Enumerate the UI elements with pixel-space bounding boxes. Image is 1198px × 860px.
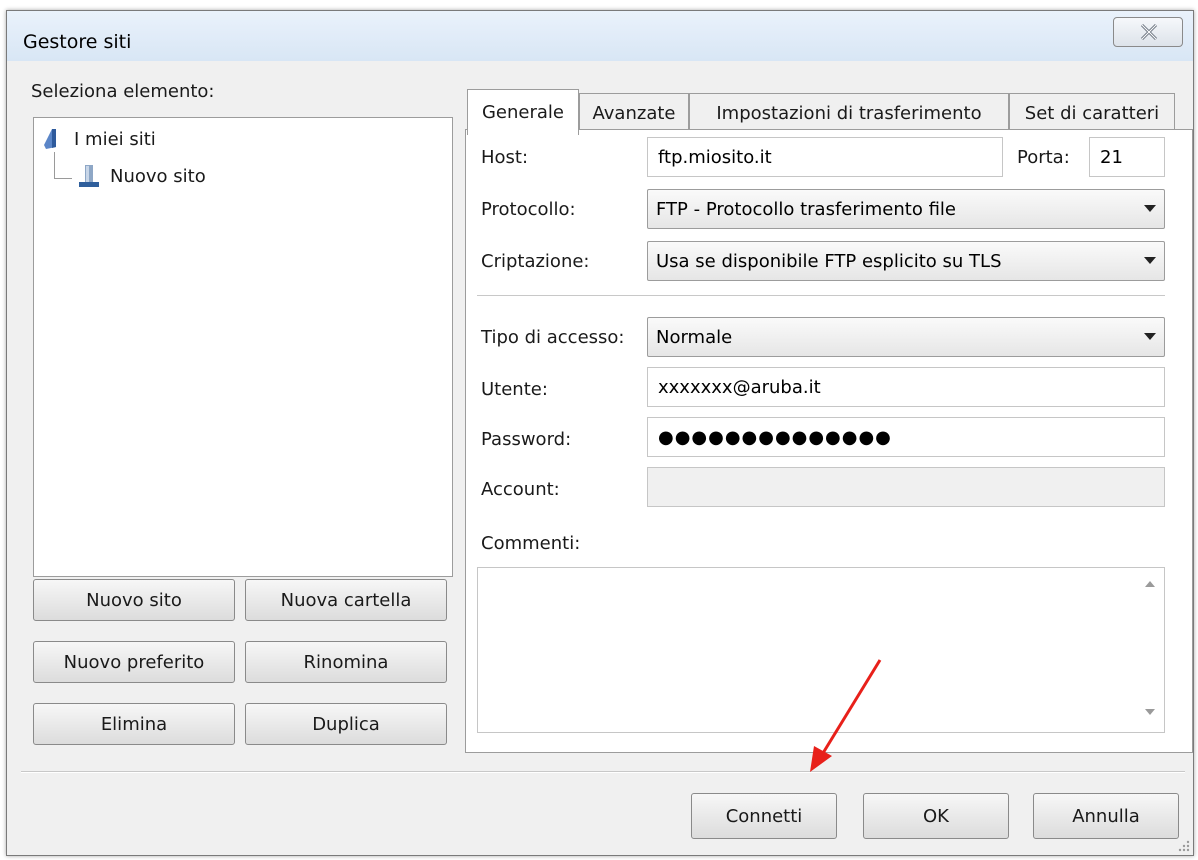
tab-transfer-settings[interactable]: Impostazioni di trasferimento [689, 93, 1009, 133]
separator [477, 295, 1165, 297]
dropdown-arrow-icon [1144, 257, 1156, 264]
protocol-select[interactable]: FTP - Protocollo trasferimento file [647, 189, 1165, 229]
logon-type-value: Normale [656, 326, 733, 348]
scroll-up-arrow-icon[interactable] [1145, 581, 1155, 587]
encryption-label: Criptazione: [481, 251, 590, 272]
comments-textarea[interactable] [477, 567, 1165, 733]
host-input[interactable]: ftp.miosito.it [647, 137, 1003, 177]
password-label: Password: [481, 429, 572, 450]
site-manager-window: Gestore siti Seleziona elemento: I miei … [6, 10, 1194, 856]
encryption-value: Usa se disponibile FTP esplicito su TLS [656, 250, 1002, 272]
resize-grip-icon[interactable] [1177, 839, 1191, 853]
password-input[interactable]: ●●●●●●●●●●●●●● [647, 417, 1165, 457]
host-value: ftp.miosito.it [658, 146, 772, 168]
password-value: ●●●●●●●●●●●●●● [658, 426, 892, 448]
folder-icon [44, 129, 56, 149]
site-tree[interactable]: I miei siti Nuovo sito [33, 117, 453, 577]
tab-charset[interactable]: Set di caratteri [1009, 93, 1175, 133]
cancel-button[interactable]: Annulla [1033, 793, 1179, 839]
logon-type-label: Tipo di accesso: [481, 327, 625, 348]
encryption-select[interactable]: Usa se disponibile FTP esplicito su TLS [647, 241, 1165, 281]
tree-item-label: I miei siti [74, 128, 156, 150]
title-bar: Gestore siti [7, 11, 1193, 61]
tree-item-new-site[interactable]: Nuovo sito [76, 162, 206, 190]
new-folder-button[interactable]: Nuova cartella [245, 579, 447, 621]
user-input[interactable]: xxxxxxx@aruba.it [647, 367, 1165, 407]
connect-button[interactable]: Connetti [691, 793, 837, 839]
port-label: Porta: [1017, 147, 1070, 168]
select-entry-label: Seleziona elemento: [31, 81, 215, 102]
close-icon [1140, 23, 1158, 41]
server-icon [79, 165, 99, 187]
account-label: Account: [481, 479, 560, 500]
logon-type-select[interactable]: Normale [647, 317, 1165, 357]
close-button[interactable] [1113, 17, 1183, 47]
dropdown-arrow-icon [1144, 205, 1156, 212]
dropdown-arrow-icon [1144, 333, 1156, 340]
ok-button[interactable]: OK [863, 793, 1009, 839]
account-input[interactable] [647, 467, 1165, 507]
duplicate-button[interactable]: Duplica [245, 703, 447, 745]
tree-item-my-sites[interactable]: I miei siti [42, 126, 156, 152]
rename-button[interactable]: Rinomina [245, 641, 447, 683]
new-bookmark-button[interactable]: Nuovo preferito [33, 641, 235, 683]
comments-scrollbar[interactable] [1137, 569, 1163, 731]
tab-general[interactable]: Generale [467, 89, 579, 135]
host-label: Host: [481, 147, 529, 168]
tree-item-label: Nuovo sito [110, 165, 206, 187]
footer-separator [21, 771, 1185, 773]
scroll-down-arrow-icon[interactable] [1145, 709, 1155, 715]
port-value: 21 [1100, 146, 1123, 168]
protocol-value: FTP - Protocollo trasferimento file [656, 198, 956, 220]
comments-label: Commenti: [481, 533, 581, 554]
delete-button[interactable]: Elimina [33, 703, 235, 745]
user-value: xxxxxxx@aruba.it [658, 376, 821, 398]
window-title: Gestore siti [23, 31, 132, 53]
port-input[interactable]: 21 [1089, 137, 1165, 177]
protocol-label: Protocollo: [481, 199, 576, 220]
tab-advanced[interactable]: Avanzate [579, 93, 689, 133]
user-label: Utente: [481, 379, 548, 400]
new-site-button[interactable]: Nuovo sito [33, 579, 235, 621]
